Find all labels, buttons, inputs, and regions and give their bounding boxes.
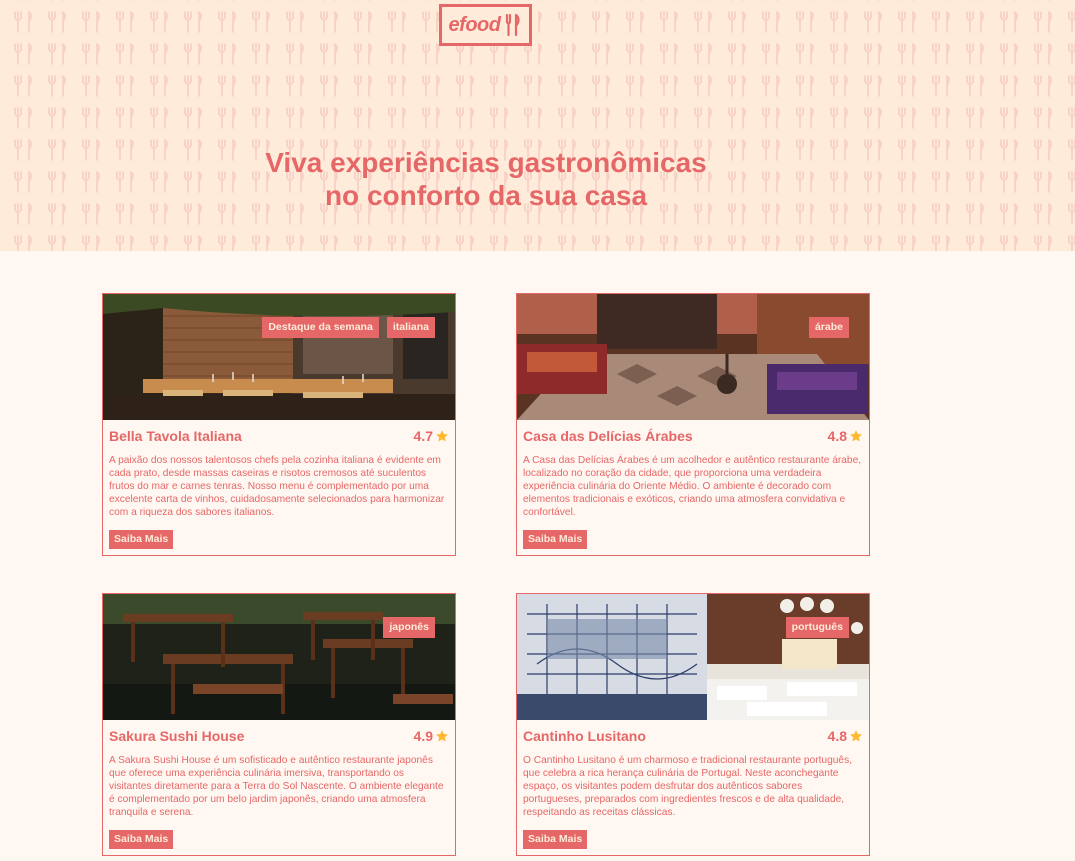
rating-value: 4.9	[413, 728, 433, 744]
restaurant-description: A Casa das Delícias Árabes é um acolhedo…	[523, 455, 862, 518]
card-header: Casa das Delícias Árabes 4.8	[517, 420, 869, 446]
rating: 4.7	[414, 428, 449, 444]
saiba-mais-button[interactable]: Saiba Mais	[109, 530, 174, 549]
hero-tagline: Viva experiências gastronômicas no confo…	[0, 146, 972, 212]
star-icon	[850, 430, 862, 442]
restaurant-card-cantinho-lusitano: português Cantinho Lusitano 4.8 O Cantin…	[516, 593, 870, 856]
restaurant-image: português	[517, 594, 869, 720]
restaurant-description: A Sakura Sushi House é um sofisticado e …	[109, 755, 444, 818]
saiba-mais-button[interactable]: Saiba Mais	[523, 830, 588, 849]
card-header: Cantinho Lusitano 4.8	[517, 720, 869, 746]
restaurant-card-casa-delicias-arabes: árabe Casa das Delícias Árabes 4.8 A Cas…	[516, 293, 870, 556]
restaurant-image: árabe	[517, 294, 869, 420]
star-icon	[436, 430, 448, 442]
star-icon	[436, 730, 448, 742]
rating: 4.8	[828, 728, 863, 744]
tag-list: Destaque da semana italiana	[262, 317, 435, 338]
tag-cuisine: português	[785, 617, 849, 638]
hero-header: efood Viva experiências gastronômicas no…	[0, 0, 1075, 251]
restaurant-description: O Cantinho Lusitano é um charmoso e trad…	[523, 755, 853, 818]
restaurant-image: Destaque da semana italiana	[103, 294, 455, 420]
card-header: Sakura Sushi House 4.9	[103, 720, 455, 746]
tag-cuisine: italiana	[386, 317, 435, 338]
star-icon	[850, 730, 862, 742]
restaurant-description: A paixão dos nossos talentosos chefs pel…	[109, 455, 445, 518]
tag-cuisine: árabe	[808, 317, 849, 338]
restaurant-card-sakura-sushi: japonês Sakura Sushi House 4.9 A Sakura …	[102, 593, 456, 856]
restaurant-image: japonês	[103, 594, 455, 720]
tag-list: árabe	[808, 317, 849, 338]
tag-list: português	[785, 617, 849, 638]
restaurant-card-bella-tavola: Destaque da semana italiana Bella Tavola…	[102, 293, 456, 556]
rating: 4.9	[414, 728, 449, 744]
saiba-mais-button[interactable]: Saiba Mais	[109, 830, 174, 849]
efood-logo[interactable]: efood	[439, 4, 532, 46]
cutlery-pattern-background	[0, 0, 1075, 251]
rating-value: 4.8	[827, 428, 847, 444]
restaurant-name: Sakura Sushi House	[109, 728, 245, 744]
card-header: Bella Tavola Italiana 4.7	[103, 420, 455, 446]
rating: 4.8	[828, 428, 863, 444]
fork-knife-icon	[504, 13, 522, 37]
tag-cuisine: japonês	[383, 617, 435, 638]
tag-list: japonês	[383, 617, 435, 638]
restaurant-name: Bella Tavola Italiana	[109, 428, 242, 444]
tagline-line-2: no conforto da sua casa	[324, 180, 648, 211]
rating-value: 4.8	[827, 728, 847, 744]
tagline-line-1: Viva experiências gastronômicas	[265, 147, 707, 178]
saiba-mais-button[interactable]: Saiba Mais	[523, 530, 588, 549]
restaurant-name: Casa das Delícias Árabes	[523, 428, 693, 444]
rating-value: 4.7	[413, 428, 433, 444]
restaurant-name: Cantinho Lusitano	[523, 728, 646, 744]
tag-highlight: Destaque da semana	[262, 317, 379, 338]
logo-text: efood	[448, 13, 501, 36]
